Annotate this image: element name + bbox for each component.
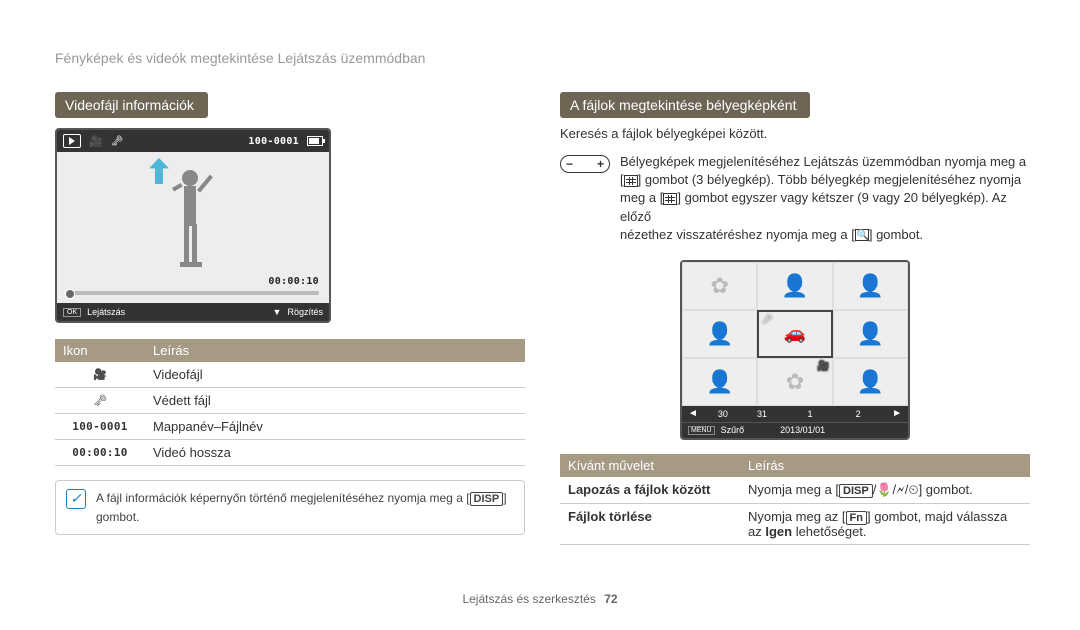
folder-file-label: 100-0001: [55, 414, 145, 440]
play-label: Lejátszás: [87, 307, 125, 317]
icon-info-table: Ikon Leírás 🎥 Videofájl 🗝 Védett fájl 10…: [55, 339, 525, 466]
info-icon: ✓: [66, 489, 86, 509]
thumbnail-cell: 👤: [833, 310, 908, 358]
disp-badge: DISP: [839, 484, 873, 498]
row-desc: Videofájl: [145, 362, 525, 388]
thumbnail-out-icon: [663, 193, 677, 205]
video-preview: 🎥 🗝 100-0001 00:00:10: [55, 128, 331, 323]
note-box: ✓ A fájl információk képernyőn történő m…: [55, 480, 525, 535]
nav-left-icon: ◄: [688, 408, 698, 419]
key-icon: 🗝: [111, 136, 124, 147]
camera-icon: 🎥: [55, 362, 145, 388]
op-browse-desc: Nyomja meg a [DISP/🌷/🗲/⏲] gombot.: [740, 477, 1030, 504]
date-label: 2013/01/01: [780, 425, 825, 435]
preview-topbar: 🎥 🗝 100-0001: [57, 130, 329, 152]
th-op: Kívánt művelet: [560, 454, 740, 477]
battery-icon: [307, 136, 323, 146]
left-column: Videofájl információk 🎥 🗝 100-0001: [55, 92, 525, 535]
menu-badge: MENU: [688, 426, 715, 435]
page-num: 1: [796, 409, 824, 419]
capture-label: Rögzítés: [287, 307, 323, 317]
nav-right-icon: ►: [892, 408, 902, 419]
play-mode-icon: [63, 134, 81, 148]
key-icon: 🗝: [55, 388, 145, 414]
page-number: 72: [604, 592, 617, 606]
folder-file-label: 100-0001: [248, 136, 299, 147]
thumbnail-cell-selected: 🚗 🗝: [757, 310, 832, 358]
th-desc: Leírás: [740, 454, 1030, 477]
camera-icon: 🎥: [89, 135, 103, 148]
section-tab-thumbnails: A fájlok megtekintése bélyegképként: [560, 92, 810, 118]
thumbnail-desc: Keresés a fájlok bélyegképei között.: [560, 126, 1030, 141]
zoom-instruction: Bélyegképek megjelenítéséhez Lejátszás ü…: [620, 153, 1030, 244]
minus-icon: −: [566, 157, 573, 171]
duration-label: 00:00:10: [55, 440, 145, 466]
thumb-nav-bar: ◄ 30 31 1 2 ►: [682, 406, 908, 422]
row-desc: Mappanév–Fájlnév: [145, 414, 525, 440]
right-column: A fájlok megtekintése bélyegképként Kere…: [560, 92, 1030, 545]
zoom-bar-icon: − +: [560, 155, 610, 173]
thumb-menu-bar: MENU Szűrő 2013/01/01: [682, 422, 908, 438]
row-desc: Videó hossza: [145, 440, 525, 466]
plus-icon: +: [597, 157, 604, 171]
page-title: Fényképek és videók megtekintése Lejátsz…: [55, 50, 425, 66]
thumbnail-cell: 👤: [682, 310, 757, 358]
page-num: 30: [718, 409, 728, 419]
preview-body: 00:00:10: [57, 152, 329, 307]
ok-badge: OK: [63, 308, 81, 317]
down-icon: ▼: [273, 307, 282, 317]
page-num: 2: [844, 409, 872, 419]
thumbnail-cell: ✿ 🎥: [757, 358, 832, 406]
op-browse: Lapozás a fájlok között: [560, 477, 740, 504]
thumbnail-cell: 👤: [833, 262, 908, 310]
thumbnail-cell: 👤: [833, 358, 908, 406]
row-desc: Védett fájl: [145, 388, 525, 414]
video-icon: 🎥: [817, 361, 829, 372]
thumbnail-grid: ✿ 👤 👤 👤 🚗 🗝 👤 👤 ✿ 🎥 👤: [682, 262, 908, 406]
page-footer: Lejátszás és szerkesztés 72: [0, 592, 1080, 606]
footer-section: Lejátszás és szerkesztés: [462, 592, 595, 606]
key-icon: 🗝: [761, 314, 772, 325]
thumbnail-cell: ✿: [682, 262, 757, 310]
thumbnail-out-icon: [624, 175, 638, 187]
thumbnail-cell: 👤: [682, 358, 757, 406]
progress-bar: [67, 291, 319, 295]
disp-badge: DISP: [470, 492, 504, 506]
op-delete-desc: Nyomja meg az [Fn] gombot, majd válassza…: [740, 503, 1030, 544]
filter-label: Szűrő: [721, 425, 745, 435]
time-counter: 00:00:10: [268, 276, 319, 287]
person-silhouette: [162, 166, 222, 291]
th-desc: Leírás: [145, 339, 525, 362]
thumbnail-cell: 👤: [757, 262, 832, 310]
op-delete: Fájlok törlése: [560, 503, 740, 544]
operation-table: Kívánt művelet Leírás Lapozás a fájlok k…: [560, 454, 1030, 545]
th-icon: Ikon: [55, 339, 145, 362]
thumbnail-grid-box: ✿ 👤 👤 👤 🚗 🗝 👤 👤 ✿ 🎥 👤 ◄ 30 31 1 2 ►: [680, 260, 910, 440]
section-tab-video-info: Videofájl információk: [55, 92, 208, 118]
fn-badge: Fn: [846, 511, 867, 525]
zoom-in-icon: [855, 229, 869, 241]
page-num: 31: [748, 409, 776, 419]
note-text: A fájl információk képernyőn történő meg…: [96, 489, 514, 526]
preview-bottombar: OK Lejátszás ▼ Rögzítés: [57, 303, 329, 321]
